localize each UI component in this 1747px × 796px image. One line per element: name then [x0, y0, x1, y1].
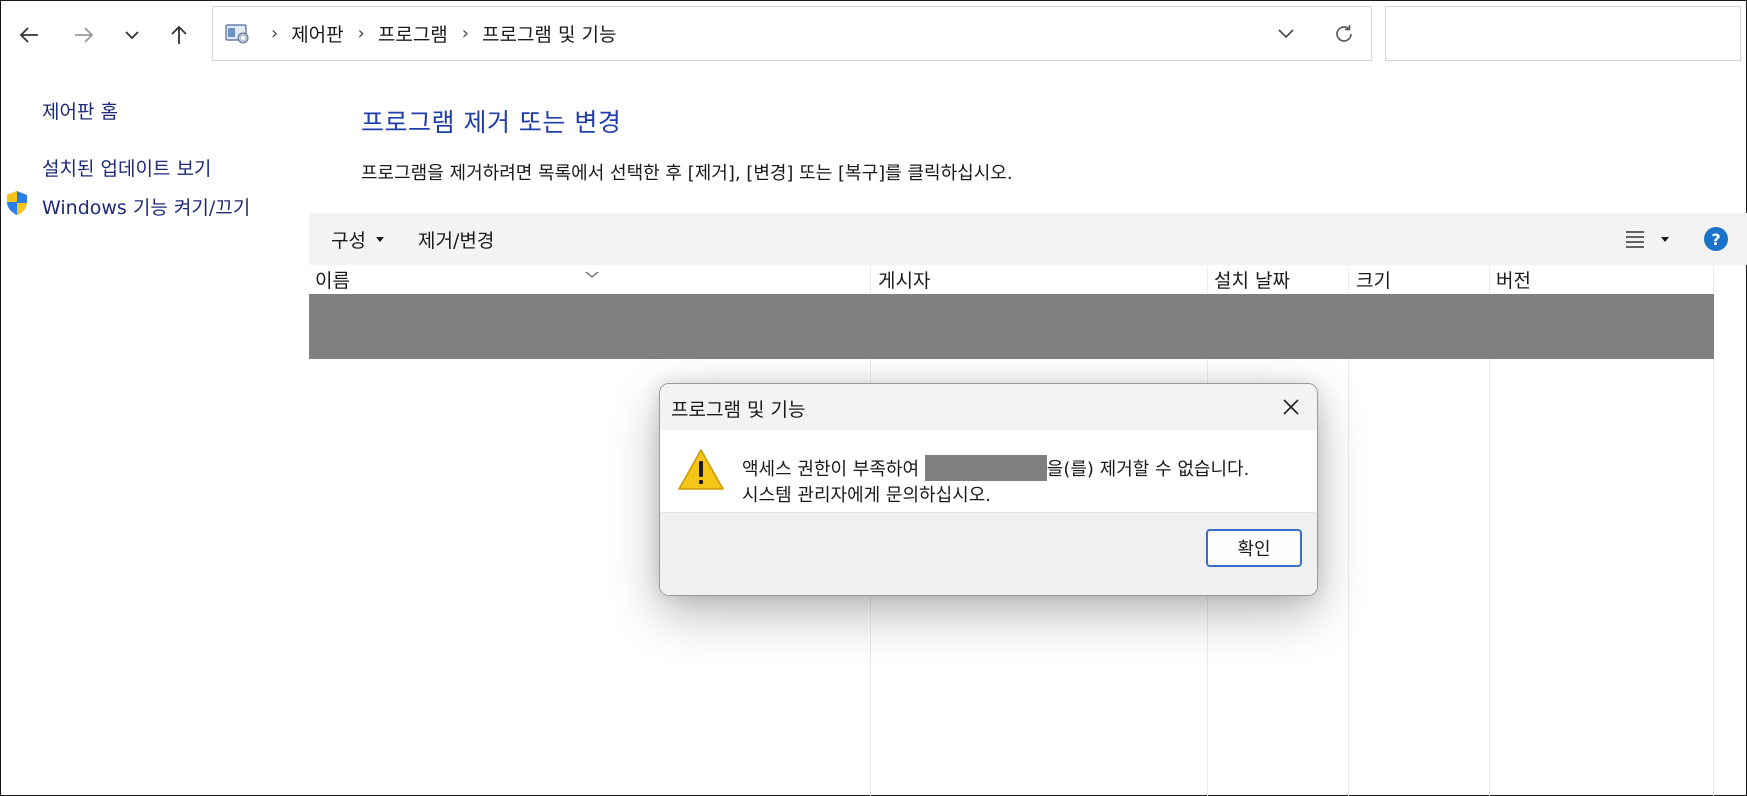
breadcrumb-separator: › — [357, 23, 365, 44]
dialog-message: 액세스 권한이 부족하여 을(를) 제거할 수 없습니다. 시스템 관리자에게 … — [742, 455, 1249, 509]
control-panel-icon — [225, 23, 251, 45]
help-icon: ? — [1704, 227, 1728, 251]
dialog-close-button[interactable] — [1277, 393, 1305, 421]
breadcrumb-separator: › — [271, 23, 279, 44]
warning-icon — [677, 448, 725, 496]
dialog-footer: 확인 — [660, 512, 1317, 595]
caret-down-icon — [1661, 236, 1669, 242]
refresh-button[interactable] — [1331, 21, 1357, 47]
refresh-icon — [1336, 25, 1352, 42]
windows-features-link[interactable]: Windows 기능 켜기/끄기 — [42, 193, 250, 220]
svg-text:?: ? — [1711, 230, 1720, 249]
column-header-install-date[interactable]: 설치 날짜 — [1214, 266, 1290, 294]
chevron-down-icon — [1278, 29, 1294, 39]
address-dropdown-button[interactable] — [1274, 23, 1298, 45]
help-button[interactable]: ? — [1703, 213, 1729, 265]
back-button[interactable] — [14, 20, 44, 50]
dialog-titlebar: 프로그램 및 기능 — [660, 384, 1317, 430]
breadcrumb-control-panel[interactable]: 제어판 — [291, 20, 343, 47]
column-header-size[interactable]: 크기 — [1356, 266, 1391, 294]
error-dialog: 프로그램 및 기능 액세스 권한이 부족하여 을(를) 제거할 수 없습니다. … — [659, 383, 1318, 596]
dialog-title: 프로그램 및 기능 — [671, 399, 806, 421]
close-icon — [1283, 399, 1299, 415]
breadcrumb-programs-and-features[interactable]: 프로그램 및 기능 — [482, 20, 616, 47]
breadcrumb-programs[interactable]: 프로그램 — [378, 20, 448, 47]
message-text: 액세스 권한이 부족하여 — [742, 459, 925, 480]
organize-label: 구성 — [331, 229, 366, 252]
column-header-publisher[interactable]: 게시자 — [878, 266, 930, 294]
address-bar[interactable]: › 제어판 › 프로그램 › 프로그램 및 기능 — [212, 6, 1372, 61]
uninstall-change-button[interactable]: 제거/변경 — [418, 213, 494, 265]
recent-locations-button[interactable] — [117, 20, 147, 50]
page-description: 프로그램을 제거하려면 목록에서 선택한 후 [제거], [변경] 또는 [복구… — [361, 163, 1013, 184]
column-header-name[interactable]: 이름 — [315, 266, 350, 294]
forward-button[interactable] — [69, 20, 99, 50]
redacted-program-name — [924, 455, 1047, 481]
list-view-icon — [1626, 231, 1644, 248]
search-input[interactable] — [1385, 6, 1741, 61]
back-arrow-icon — [19, 27, 38, 43]
view-options-button[interactable] — [1625, 213, 1669, 265]
column-header-version[interactable]: 버전 — [1496, 266, 1531, 294]
control-panel-home-link[interactable]: 제어판 홈 — [42, 97, 118, 124]
up-button[interactable] — [164, 20, 194, 50]
shield-icon — [5, 190, 29, 216]
breadcrumb: › 제어판 › 프로그램 › 프로그램 및 기능 — [225, 7, 616, 60]
ok-button[interactable]: 확인 — [1206, 529, 1302, 567]
forward-arrow-icon — [75, 27, 94, 43]
sort-chevron-icon — [585, 264, 599, 283]
chevron-down-icon — [125, 31, 139, 40]
table-row[interactable] — [309, 294, 1714, 359]
dialog-body: 액세스 권한이 부족하여 을(를) 제거할 수 없습니다. 시스템 관리자에게 … — [660, 430, 1317, 512]
message-text: 을(를) 제거할 수 없습니다. — [1046, 459, 1250, 480]
organize-button[interactable]: 구성 — [331, 213, 384, 265]
page-title: 프로그램 제거 또는 변경 — [361, 108, 622, 137]
view-installed-updates-link[interactable]: 설치된 업데이트 보기 — [42, 154, 211, 181]
message-text: 시스템 관리자에게 문의하십시오. — [742, 485, 992, 506]
breadcrumb-separator: › — [461, 23, 469, 44]
caret-down-icon — [375, 236, 384, 242]
up-arrow-icon — [171, 25, 187, 44]
command-bar: 구성 제거/변경 ? — [309, 213, 1747, 265]
